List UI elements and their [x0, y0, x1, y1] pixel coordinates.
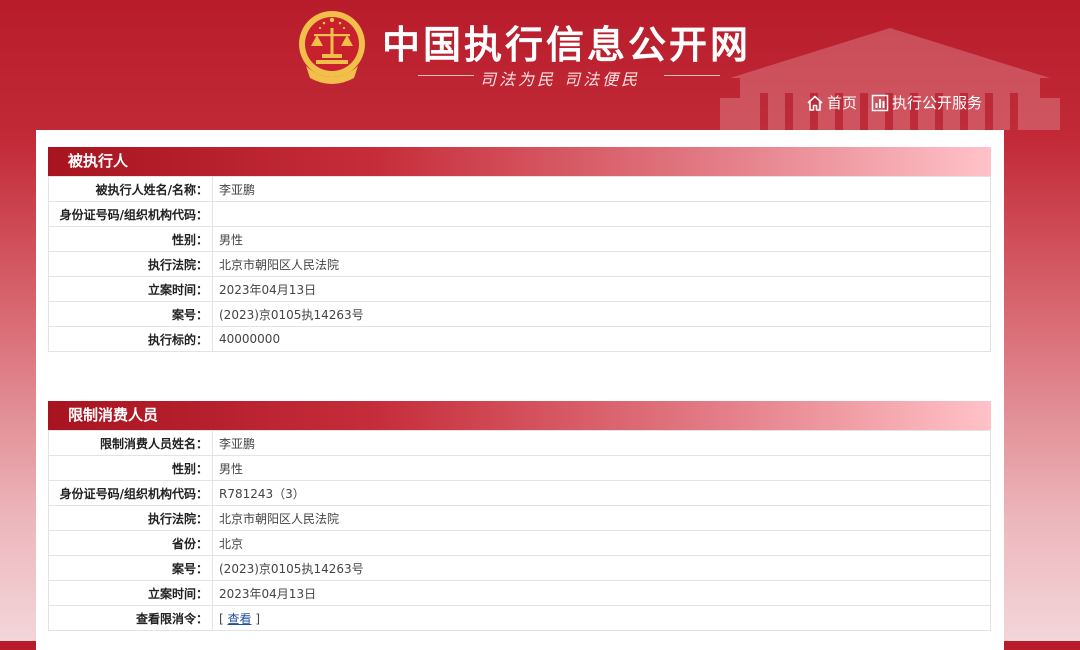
field-value: (2023)京0105执14263号 [212, 301, 991, 327]
table-row: 立案时间： 2023年04月13日 [48, 276, 991, 302]
field-label: 限制消费人员姓名： [48, 430, 213, 456]
table-row: 限制消费人员姓名： 李亚鹏 [48, 430, 991, 456]
slogan-text: 司法为民 司法便民 [480, 70, 641, 89]
table-row: 案号： (2023)京0105执14263号 [48, 555, 991, 581]
site-header: 中国执行信息公开网 司法为民 司法便民 首页 执行公开服务 [0, 0, 1080, 130]
top-nav: 首页 执行公开服务 [806, 92, 996, 113]
section-consumption-restricted: 限制消费人员 限制消费人员姓名： 李亚鹏 性别： 男性 身份证号码/组织机构代码… [48, 401, 991, 631]
slogan-divider-right [664, 75, 720, 76]
field-label: 身份证号码/组织机构代码： [48, 201, 213, 227]
court-building-image [720, 28, 1060, 130]
field-label: 执行标的： [48, 326, 213, 352]
nav-home-link[interactable]: 首页 [806, 92, 857, 113]
nav-enforcement-service-link[interactable]: 执行公开服务 [871, 92, 982, 113]
bracket-open: [ [219, 611, 228, 626]
field-value: 李亚鹏 [212, 176, 991, 202]
site-title: 中国执行信息公开网 [382, 22, 752, 67]
field-label: 被执行人姓名/名称： [48, 176, 213, 202]
table-row: 执行法院： 北京市朝阳区人民法院 [48, 505, 991, 531]
field-value: 2023年04月13日 [212, 580, 991, 606]
chart-icon [871, 94, 889, 111]
section-title: 被执行人 [48, 147, 991, 176]
field-label: 身份证号码/组织机构代码： [48, 480, 213, 506]
field-label: 性别： [48, 455, 213, 481]
field-value: 男性 [212, 226, 991, 252]
field-label: 执行法院： [48, 251, 213, 277]
court-emblem-logo [299, 11, 365, 84]
table-row: 身份证号码/组织机构代码： [48, 201, 991, 227]
field-value: [ 查看 ] [212, 605, 991, 631]
table-row: 执行法院： 北京市朝阳区人民法院 [48, 251, 991, 277]
nav-home-label: 首页 [827, 94, 858, 112]
table-row: 执行标的： 40000000 [48, 326, 991, 352]
field-value: 李亚鹏 [212, 430, 991, 456]
field-value [212, 201, 991, 227]
slogan-divider-left [418, 75, 474, 76]
table-row: 被执行人姓名/名称： 李亚鹏 [48, 176, 991, 202]
executee-detail-table: 被执行人姓名/名称： 李亚鹏 身份证号码/组织机构代码： 性别： 男性 执行法院… [48, 176, 991, 352]
field-label: 立案时间： [48, 276, 213, 302]
field-value: 北京 [212, 530, 991, 556]
table-row: 性别： 男性 [48, 226, 991, 252]
field-value: 男性 [212, 455, 991, 481]
table-row: 案号： (2023)京0105执14263号 [48, 301, 991, 327]
table-row: 查看限消令： [ 查看 ] [48, 605, 991, 631]
restricted-detail-table: 限制消费人员姓名： 李亚鹏 性别： 男性 身份证号码/组织机构代码： R7812… [48, 430, 991, 631]
field-value: 2023年04月13日 [212, 276, 991, 302]
field-label: 立案时间： [48, 580, 213, 606]
section-title: 限制消费人员 [48, 401, 991, 430]
view-restriction-order-link[interactable]: 查看 [228, 612, 252, 626]
field-value: (2023)京0105执14263号 [212, 555, 991, 581]
field-value: 北京市朝阳区人民法院 [212, 251, 991, 277]
field-label: 执行法院： [48, 505, 213, 531]
slogan: 司法为民 司法便民 [412, 64, 720, 89]
table-row: 省份： 北京 [48, 530, 991, 556]
field-value: R781243（3） [212, 480, 991, 506]
field-label: 案号： [48, 555, 213, 581]
home-icon [807, 95, 823, 111]
field-label: 案号： [48, 301, 213, 327]
field-label: 查看限消令： [48, 605, 213, 631]
field-label: 性别： [48, 226, 213, 252]
field-value: 北京市朝阳区人民法院 [212, 505, 991, 531]
table-row: 身份证号码/组织机构代码： R781243（3） [48, 480, 991, 506]
main-content: 被执行人 被执行人姓名/名称： 李亚鹏 身份证号码/组织机构代码： 性别： 男性… [36, 130, 1004, 650]
table-row: 立案时间： 2023年04月13日 [48, 580, 991, 606]
field-value: 40000000 [212, 326, 991, 352]
nav-enforcement-service-label: 执行公开服务 [892, 94, 983, 112]
table-row: 性别： 男性 [48, 455, 991, 481]
section-executee: 被执行人 被执行人姓名/名称： 李亚鹏 身份证号码/组织机构代码： 性别： 男性… [48, 147, 991, 352]
field-label: 省份： [48, 530, 213, 556]
bracket-close: ] [251, 611, 261, 626]
